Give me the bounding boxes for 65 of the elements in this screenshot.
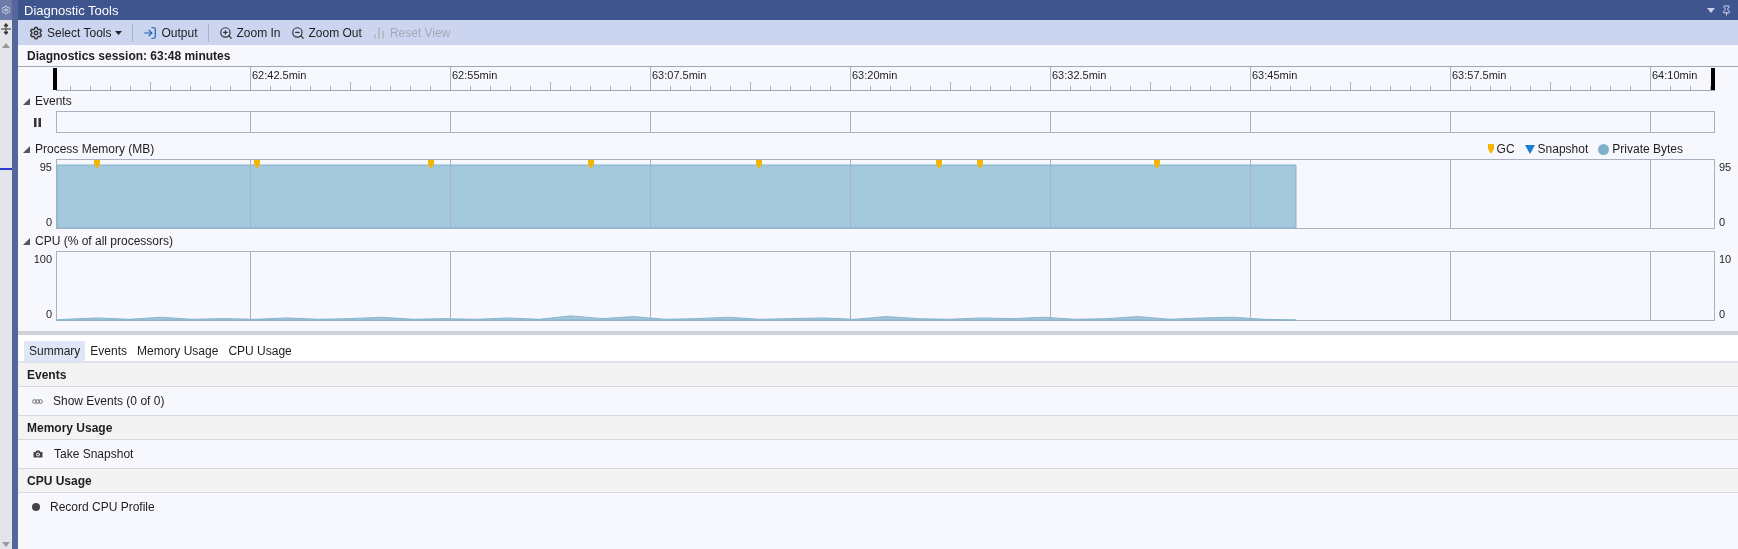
gc-marker xyxy=(936,160,942,169)
section-title: Events xyxy=(35,94,72,108)
range-handle[interactable] xyxy=(1711,68,1715,90)
tab[interactable]: Summary xyxy=(24,341,86,361)
action-link[interactable]: Show Events (0 of 0) xyxy=(53,394,165,408)
gear-icon xyxy=(29,25,43,40)
axis-label: 100 xyxy=(33,253,52,266)
dropdown-icon[interactable] xyxy=(1707,7,1715,13)
split-icon[interactable] xyxy=(1,23,11,35)
axis-label: 95 xyxy=(1719,161,1732,174)
gc-marker xyxy=(428,160,434,169)
toolbar-button[interactable]: Zoom In xyxy=(215,23,284,42)
action-link[interactable]: Record CPU Profile xyxy=(50,500,155,514)
zoom-in-icon xyxy=(218,25,233,40)
time-label: 63:32.5min xyxy=(1052,69,1107,81)
legend-label: GC xyxy=(1496,142,1515,156)
toolbar-button[interactable]: Select Tools xyxy=(26,23,126,42)
window-title: Diagnostic Tools xyxy=(24,2,120,18)
section-title: Process Memory (MB) xyxy=(35,142,155,156)
time-label: 64:10min xyxy=(1652,69,1698,81)
caret-icon xyxy=(115,30,123,35)
gc-marker xyxy=(1154,160,1160,169)
time-label: 63:20min xyxy=(852,69,898,81)
time-label: 63:45min xyxy=(1252,69,1298,81)
tab[interactable]: CPU Usage xyxy=(223,341,297,361)
time-label: 62:55min xyxy=(452,69,498,81)
axis-label: 0 xyxy=(1719,216,1726,229)
arrow-box-icon xyxy=(143,25,158,40)
gc-marker xyxy=(588,160,594,169)
pause-icon[interactable] xyxy=(33,117,41,127)
gc-marker xyxy=(756,160,762,169)
collapse-triangle-icon[interactable] xyxy=(23,145,30,153)
record-dot-icon xyxy=(32,503,40,511)
pin-icon[interactable] xyxy=(1721,4,1732,16)
legend-label: Snapshot xyxy=(1537,142,1589,156)
tab[interactable]: Memory Usage xyxy=(132,341,224,361)
time-label: 62:42.5min xyxy=(252,69,307,81)
axis-label: 10 xyxy=(1719,253,1732,266)
time-label: 63:07.5min xyxy=(652,69,707,81)
gc-marker xyxy=(254,160,260,169)
camera-icon xyxy=(32,448,44,460)
session-duration: Diagnostics session: 63:48 minutes xyxy=(18,45,1738,67)
gc-marker xyxy=(977,160,983,169)
axis-label: 95 xyxy=(39,161,52,174)
gc-marker xyxy=(94,160,100,169)
link-icon xyxy=(32,398,43,404)
axis-label: 0 xyxy=(1719,308,1726,321)
legend-label: Private Bytes xyxy=(1612,142,1683,156)
time-label: 63:57.5min xyxy=(1452,69,1507,81)
range-handle[interactable] xyxy=(53,68,57,90)
collapse-triangle-icon[interactable] xyxy=(23,237,30,245)
bar-chart-icon xyxy=(371,25,386,40)
action-link[interactable]: Take Snapshot xyxy=(54,447,134,461)
zoom-out-icon xyxy=(290,25,305,40)
section-header: Events xyxy=(18,363,1738,387)
position-marker xyxy=(0,168,12,170)
section-header: CPU Usage xyxy=(18,469,1738,493)
tab[interactable]: Events xyxy=(85,341,133,361)
section-title: CPU (% of all processors) xyxy=(35,234,174,248)
collapse-triangle-icon[interactable] xyxy=(23,97,30,105)
toolbar-button[interactable]: Zoom Out xyxy=(287,23,365,42)
toolbar-button[interactable]: Output xyxy=(140,23,201,42)
axis-label: 0 xyxy=(45,216,52,229)
section-header: Memory Usage xyxy=(18,416,1738,440)
axis-label: 0 xyxy=(45,308,52,321)
